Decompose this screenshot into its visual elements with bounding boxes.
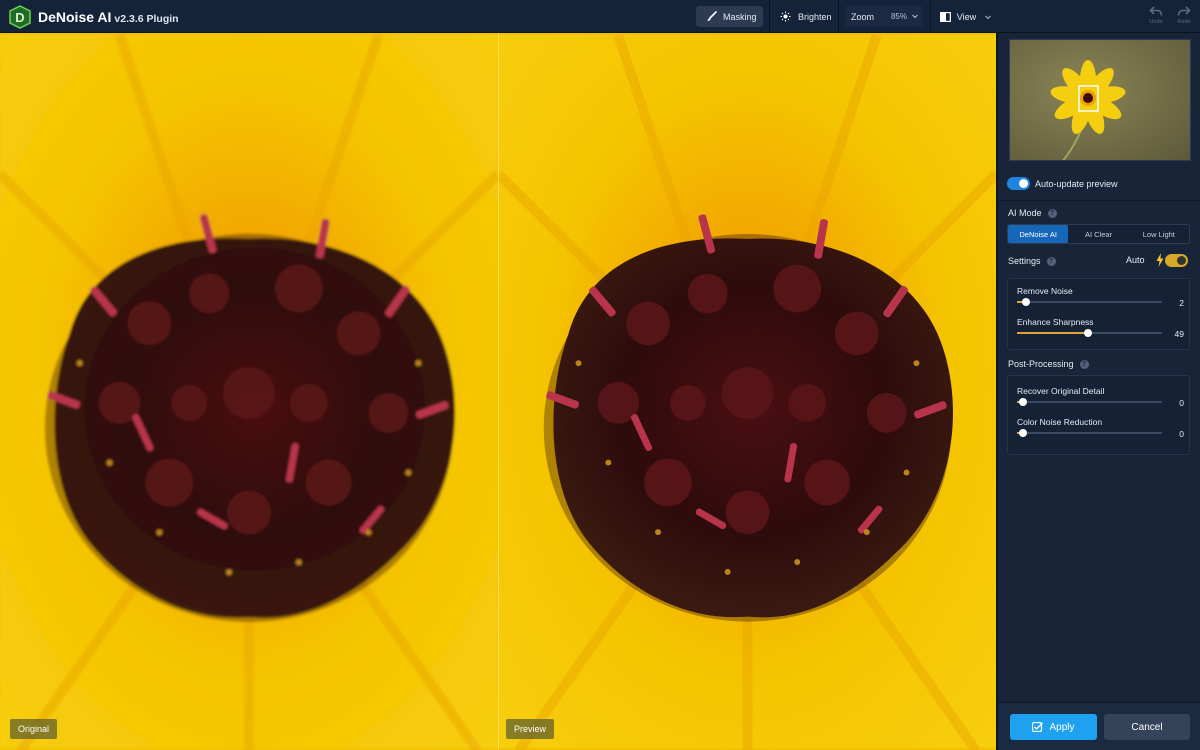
chevron-down-icon: [912, 14, 918, 19]
remove-noise-value: 2: [1179, 298, 1184, 308]
recover-detail-value: 0: [1179, 398, 1184, 408]
slider-handle[interactable]: [1084, 329, 1093, 337]
auto-update-row[interactable]: Auto-update preview: [1007, 177, 1118, 190]
remove-noise-slider-row: Remove Noise 2: [1017, 286, 1184, 308]
image-viewer[interactable]: Original Preview: [0, 33, 996, 750]
navigator-image: [1010, 40, 1190, 160]
undo-button[interactable]: Undo: [1143, 5, 1169, 25]
auto-update-toggle[interactable]: [1007, 177, 1030, 190]
recover-detail-slider-row: Recover Original Detail 0: [1017, 386, 1184, 408]
color-noise-slider[interactable]: [1017, 429, 1162, 437]
settings-title: Settings ?: [1008, 256, 1056, 266]
help-icon[interactable]: ?: [1046, 256, 1056, 266]
auto-settings-toggle[interactable]: [1165, 254, 1188, 267]
split-divider[interactable]: [498, 33, 499, 750]
preview-label: Preview: [506, 719, 555, 739]
post-processing-box: Recover Original Detail 0 Color Noise Re…: [1007, 375, 1190, 455]
help-icon[interactable]: ?: [1079, 359, 1089, 369]
post-processing-label: Post-Processing: [1008, 359, 1074, 369]
mode-denoise-ai[interactable]: DeNoise AI: [1008, 225, 1069, 243]
original-label: Original: [10, 719, 58, 739]
redo-icon: [1177, 6, 1191, 16]
mode-ai-clear[interactable]: AI Clear: [1068, 225, 1128, 243]
toolbar-divider: [769, 0, 770, 33]
enhance-sharpness-value: 49: [1174, 329, 1184, 339]
recover-detail-slider[interactable]: [1017, 398, 1162, 406]
color-noise-value: 0: [1179, 429, 1184, 439]
auto-label: Auto: [1126, 255, 1145, 265]
enhance-sharpness-slider[interactable]: [1017, 329, 1162, 337]
toolbar-divider: [930, 0, 931, 33]
app-title: DeNoise AI v2.3.6 Plugin: [38, 9, 179, 25]
cancel-button[interactable]: Cancel: [1104, 714, 1190, 740]
auto-update-label: Auto-update preview: [1035, 178, 1118, 189]
lightning-icon: [1156, 253, 1164, 267]
original-image: [0, 33, 498, 750]
panel-divider: [998, 200, 1200, 201]
masking-button[interactable]: Masking: [696, 6, 763, 27]
ai-mode-title: AI Mode ?: [1008, 208, 1057, 218]
apply-button[interactable]: Apply: [1010, 714, 1097, 740]
preview-image: [499, 33, 996, 750]
brighten-label: Brighten: [798, 11, 832, 22]
recover-detail-label: Recover Original Detail: [1017, 386, 1105, 396]
enhance-sharpness-label: Enhance Sharpness: [1017, 317, 1094, 327]
view-dropdown[interactable]: View: [940, 6, 992, 27]
split-view-icon: [940, 11, 951, 22]
settings-box: Remove Noise 2 Enhance Sharpness 49: [1007, 278, 1190, 350]
toolbar-divider: [838, 0, 839, 33]
slider-handle[interactable]: [1018, 429, 1027, 437]
apply-icon: [1032, 722, 1044, 732]
slider-handle[interactable]: [1021, 298, 1030, 306]
zoom-label: Zoom: [851, 11, 875, 22]
svg-text:D: D: [15, 10, 24, 25]
brighten-button[interactable]: Brighten: [780, 6, 840, 27]
chevron-down-icon: [985, 15, 991, 19]
mode-low-light[interactable]: Low Light: [1129, 225, 1189, 243]
remove-noise-slider[interactable]: [1017, 298, 1162, 306]
top-bar: D DeNoise AI v2.3.6 Plugin Masking Bright…: [0, 0, 1200, 33]
help-icon[interactable]: ?: [1047, 208, 1057, 218]
remove-noise-label: Remove Noise: [1017, 286, 1073, 296]
app-version: v2.3.6 Plugin: [114, 13, 179, 25]
settings-panel: Auto-update preview AI Mode ? DeNoise AI…: [997, 33, 1200, 750]
zoom-dropdown[interactable]: Zoom 85%: [845, 6, 923, 27]
undo-icon: [1149, 6, 1163, 16]
denoise-logo-icon: D: [9, 5, 31, 29]
redo-label: Redo: [1177, 19, 1191, 25]
original-pane[interactable]: [0, 33, 498, 750]
navigator-thumbnail[interactable]: [1009, 39, 1191, 161]
post-processing-title: Post-Processing ?: [1008, 359, 1089, 369]
settings-label: Settings: [1008, 256, 1041, 266]
color-noise-label: Color Noise Reduction: [1017, 417, 1103, 427]
undo-label: Undo: [1149, 19, 1163, 25]
ai-mode-label: AI Mode: [1008, 208, 1042, 218]
slider-handle[interactable]: [1018, 398, 1027, 406]
preview-pane[interactable]: [499, 33, 996, 750]
brush-icon: [707, 11, 717, 21]
view-label: View: [956, 11, 977, 22]
apply-label: Apply: [1049, 721, 1075, 733]
color-noise-slider-row: Color Noise Reduction 0: [1017, 417, 1184, 439]
enhance-sharpness-slider-row: Enhance Sharpness 49: [1017, 317, 1184, 339]
redo-button[interactable]: Redo: [1171, 5, 1197, 25]
zoom-value: 85%: [890, 12, 907, 21]
masking-label: Masking: [723, 11, 757, 22]
app-name: DeNoise AI: [38, 9, 112, 25]
sun-icon: [780, 11, 791, 22]
panel-footer: Apply Cancel: [998, 702, 1200, 750]
ai-mode-selector: DeNoise AI AI Clear Low Light: [1007, 224, 1190, 244]
